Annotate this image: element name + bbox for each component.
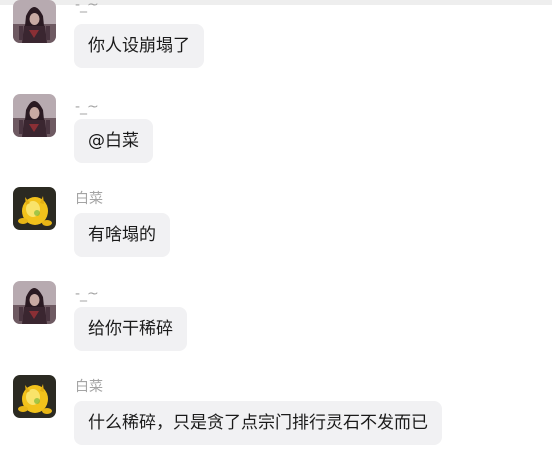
- avatar-yellow-creature[interactable]: [13, 187, 56, 230]
- message-bubble[interactable]: 什么稀碎，只是贪了点宗门排行灵石不发而已: [74, 401, 442, 445]
- dark-warrior-avatar-icon: [13, 94, 56, 137]
- chat-message-list[interactable]: 你人设崩塌了 -_~ @白菜 白菜 有啥塌的 -_~ 给你干稀碎 白菜 什么稀碎…: [0, 0, 552, 459]
- sender-name: -_~: [75, 286, 99, 302]
- sender-name: -_~: [75, 0, 99, 13]
- yellow-creature-avatar-icon: [13, 375, 56, 418]
- dark-warrior-avatar-icon: [13, 0, 56, 43]
- sender-name: -_~: [75, 99, 99, 115]
- avatar-yellow-creature[interactable]: [13, 375, 56, 418]
- avatar-dark-warrior[interactable]: [13, 94, 56, 137]
- sender-name: 白菜: [75, 191, 103, 207]
- message-bubble[interactable]: 给你干稀碎: [74, 307, 187, 351]
- dark-warrior-avatar-icon: [13, 281, 56, 324]
- message-bubble[interactable]: 你人设崩塌了: [74, 24, 204, 68]
- message-bubble[interactable]: 有啥塌的: [74, 213, 170, 257]
- yellow-creature-avatar-icon: [13, 187, 56, 230]
- avatar-dark-warrior[interactable]: [13, 0, 56, 43]
- message-bubble[interactable]: @白菜: [74, 119, 153, 163]
- sender-name: 白菜: [75, 379, 103, 395]
- avatar-dark-warrior[interactable]: [13, 281, 56, 324]
